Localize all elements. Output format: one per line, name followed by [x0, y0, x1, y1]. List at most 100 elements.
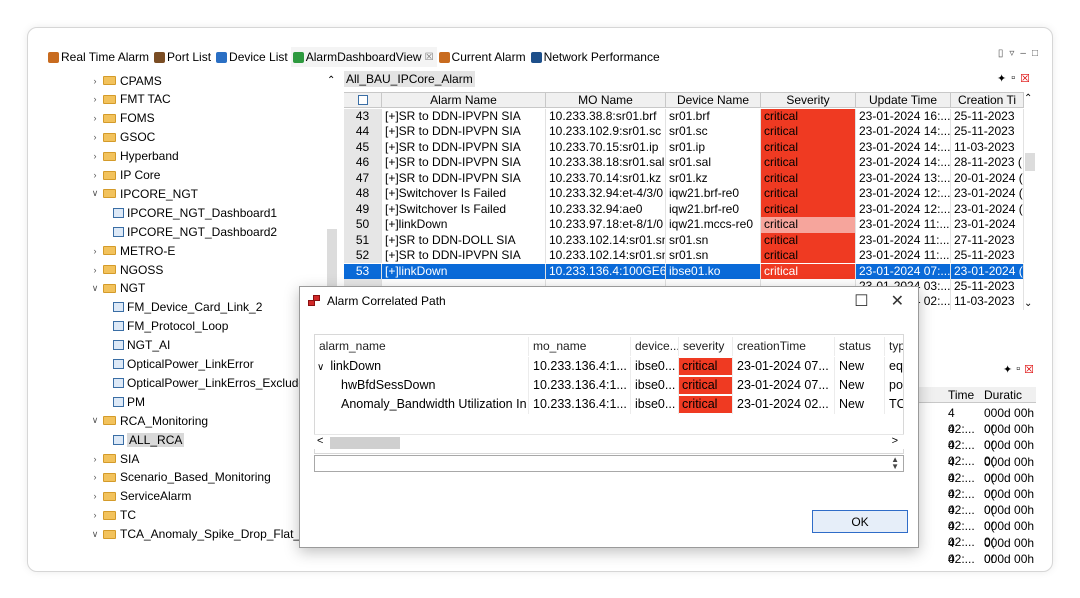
- tree-folder[interactable]: › METRO-E: [89, 241, 176, 260]
- column-header[interactable]: device...: [631, 337, 679, 356]
- tree-dashboard-item[interactable]: OpticalPower_LinkError: [113, 355, 254, 374]
- tree-dashboard-item[interactable]: FM_Protocol_Loop: [113, 317, 228, 336]
- tree-folder[interactable]: › TC: [89, 506, 137, 525]
- table-row[interactable]: 47 [+]SR to DDN-IPVPN SIA 10.233.70.14:sr0…: [344, 170, 1024, 187]
- tree-folder[interactable]: › SIA: [89, 449, 140, 468]
- collapsed-arrow-icon[interactable]: ›: [89, 454, 101, 464]
- tree-dashboard-item[interactable]: FM_Device_Card_Link_2: [113, 298, 262, 317]
- expanded-arrow-icon[interactable]: ∨: [89, 529, 101, 540]
- dialog-horizontal-scrollbar[interactable]: < >: [314, 434, 904, 449]
- scroll-up-icon[interactable]: ⌃: [1024, 93, 1032, 104]
- column-header[interactable]: status: [835, 337, 885, 356]
- table-row[interactable]: 4 02:... 000d 00h 0(: [918, 502, 1036, 533]
- scroll-up-icon[interactable]: ⌃: [327, 75, 335, 86]
- column-header[interactable]: creationTime: [733, 337, 835, 356]
- maximize-view-icon[interactable]: ▫: [1011, 72, 1015, 85]
- column-header[interactable]: Duratic: [976, 387, 1036, 402]
- collapsed-arrow-icon[interactable]: ›: [89, 246, 101, 256]
- view-menu-icon[interactable]: ▿: [1009, 48, 1014, 59]
- table-row[interactable]: 50 [+]linkDown 10.233.97.18:et-8/1/0 iqw21.…: [344, 217, 1024, 233]
- table-row[interactable]: 4 02:... 000d 00h 0(: [918, 454, 1036, 485]
- table-row[interactable]: 51 [+]SR to DDN-DOLL SIA 10.233.102.14:sr0…: [344, 232, 1024, 248]
- collapsed-arrow-icon[interactable]: ›: [89, 170, 101, 180]
- scroll-right-icon[interactable]: >: [892, 435, 898, 447]
- collapsed-arrow-icon[interactable]: ›: [89, 472, 101, 482]
- sync-icon[interactable]: ▯: [998, 48, 1004, 59]
- table-row[interactable]: 49 [+]Switchover Is Failed 10.233.32.94:ae…: [344, 201, 1024, 218]
- maximize-icon[interactable]: □: [1032, 48, 1038, 59]
- tree-folder[interactable]: ∨ NGT: [89, 279, 146, 298]
- tree-folder[interactable]: ∨ IPCORE_NGT: [89, 184, 198, 203]
- pin-icon[interactable]: ✦: [997, 72, 1006, 85]
- correlated-alarm-row[interactable]: Anomaly_Bandwidth Utilization In 10.233.1…: [315, 395, 903, 414]
- table-row[interactable]: 48 [+]Switchover Is Failed 10.233.32.94:et…: [344, 186, 1024, 202]
- column-header[interactable]: MO Name: [546, 93, 666, 109]
- tree-folder[interactable]: › ServiceAlarm: [89, 487, 192, 506]
- tab-current-alarm[interactable]: Current Alarm: [437, 47, 529, 67]
- tab-device-list[interactable]: Device List: [214, 47, 291, 67]
- table-row[interactable]: 52 [+]SR to DDN-IPVPN SIA 10.233.102.14:sr…: [344, 248, 1024, 264]
- expanded-arrow-icon[interactable]: ∨: [89, 188, 101, 199]
- scroll-left-icon[interactable]: <: [317, 435, 323, 447]
- tab-port-list[interactable]: Port List: [152, 47, 214, 67]
- table-row[interactable]: 53 [+]linkDown 10.233.136.4:100GE6... ibse0…: [344, 263, 1024, 279]
- table-row[interactable]: 4 02:... 000d 00h 0(: [918, 551, 1036, 563]
- table-row[interactable]: 4 02:... 000d 00h 0(: [918, 405, 1036, 436]
- expanded-arrow-icon[interactable]: ∨: [89, 283, 101, 294]
- tree-folder[interactable]: › Scenario_Based_Monitoring: [89, 468, 271, 487]
- alarm-table-scroll-thumb[interactable]: [1025, 153, 1035, 171]
- maximize-view-icon[interactable]: ▫: [1016, 363, 1020, 376]
- maximize-icon[interactable]: ☐: [854, 291, 868, 311]
- alarm-table-scrollbar[interactable]: ⌃ ⌄: [1024, 93, 1036, 309]
- tab-real-time-alarm[interactable]: Real Time Alarm: [46, 47, 152, 67]
- column-header[interactable]: mo_name: [529, 337, 631, 356]
- collapsed-arrow-icon[interactable]: ›: [89, 151, 101, 161]
- table-row[interactable]: 46 [+]SR to DDN-IPVPN SIA 10.233.38.18:sr0…: [344, 155, 1024, 171]
- close-icon[interactable]: ✕: [891, 291, 904, 311]
- select-all-checkbox[interactable]: [344, 93, 382, 109]
- column-header[interactable]: Time: [918, 387, 976, 402]
- scroll-down-icon[interactable]: ⌄: [1024, 298, 1032, 309]
- detail-text-field[interactable]: ▲ ▼: [314, 455, 904, 472]
- collapsed-arrow-icon[interactable]: ›: [89, 113, 101, 123]
- tree-folder[interactable]: › GSOC: [89, 128, 156, 147]
- tab-network-performance[interactable]: Network Performance: [529, 47, 663, 67]
- tree-dashboard-item[interactable]: ALL_RCA: [113, 430, 185, 449]
- tree-folder[interactable]: › FMT TAC: [89, 90, 171, 109]
- table-row[interactable]: 45 [+]SR to DDN-IPVPN SIA 10.233.70.15:sr0…: [344, 139, 1024, 156]
- tree-folder[interactable]: ∨ RCA_Monitoring: [89, 411, 208, 430]
- column-header[interactable]: alarm_name: [315, 337, 529, 356]
- ok-button[interactable]: OK: [812, 510, 908, 533]
- correlated-alarm-row[interactable]: ∨ linkDown 10.233.136.4:1... ibse0... critic…: [315, 357, 903, 376]
- column-header[interactable]: Update Time: [856, 93, 951, 109]
- tab-alarmdashboardview[interactable]: AlarmDashboardView ☒: [290, 47, 437, 67]
- tree-folder[interactable]: › CPAMS: [89, 71, 162, 90]
- collapsed-arrow-icon[interactable]: ›: [89, 132, 101, 142]
- table-row[interactable]: 4 02:... 000d 00h 0(: [918, 518, 1036, 549]
- column-header[interactable]: Creation Ti: [951, 93, 1024, 109]
- close-tab-icon[interactable]: ☒: [425, 52, 434, 63]
- column-header[interactable]: severity: [679, 337, 733, 356]
- table-row[interactable]: 4 02:... 000d 00h 0(: [918, 535, 1036, 563]
- expand-arrow-icon[interactable]: ∨: [317, 362, 324, 373]
- tree-dashboard-item[interactable]: IPCORE_NGT_Dashboard2: [113, 222, 277, 241]
- table-row[interactable]: 4 02:... 000d 00h 0(: [918, 421, 1036, 452]
- tree-dashboard-item[interactable]: PM: [113, 392, 145, 411]
- column-header[interactable]: Alarm Name: [382, 93, 546, 109]
- collapsed-arrow-icon[interactable]: ›: [89, 76, 101, 86]
- tree-dashboard-item[interactable]: IPCORE_NGT_Dashboard1: [113, 203, 277, 222]
- expanded-arrow-icon[interactable]: ∨: [89, 415, 101, 426]
- table-row[interactable]: 44 [+]SR to DDN-IPVPN SIA 10.233.102.9:sr0…: [344, 124, 1024, 140]
- tree-folder[interactable]: › FOMS: [89, 109, 155, 128]
- tree-dashboard-item[interactable]: NGT_AI: [113, 336, 170, 355]
- column-header[interactable]: Device Name: [666, 93, 761, 109]
- collapsed-arrow-icon[interactable]: ›: [89, 510, 101, 520]
- minimize-icon[interactable]: –: [1020, 48, 1026, 59]
- tree-folder[interactable]: › NGOSS: [89, 260, 164, 279]
- close-view-icon[interactable]: ☒: [1020, 72, 1030, 85]
- close-view-icon[interactable]: ☒: [1024, 363, 1034, 376]
- table-row[interactable]: 4 02:... 000d 00h 0(: [918, 486, 1036, 517]
- column-header[interactable]: typ: [885, 337, 903, 356]
- collapsed-arrow-icon[interactable]: ›: [89, 94, 101, 104]
- table-row[interactable]: 4 02:... 000d 00h 0(: [918, 470, 1036, 501]
